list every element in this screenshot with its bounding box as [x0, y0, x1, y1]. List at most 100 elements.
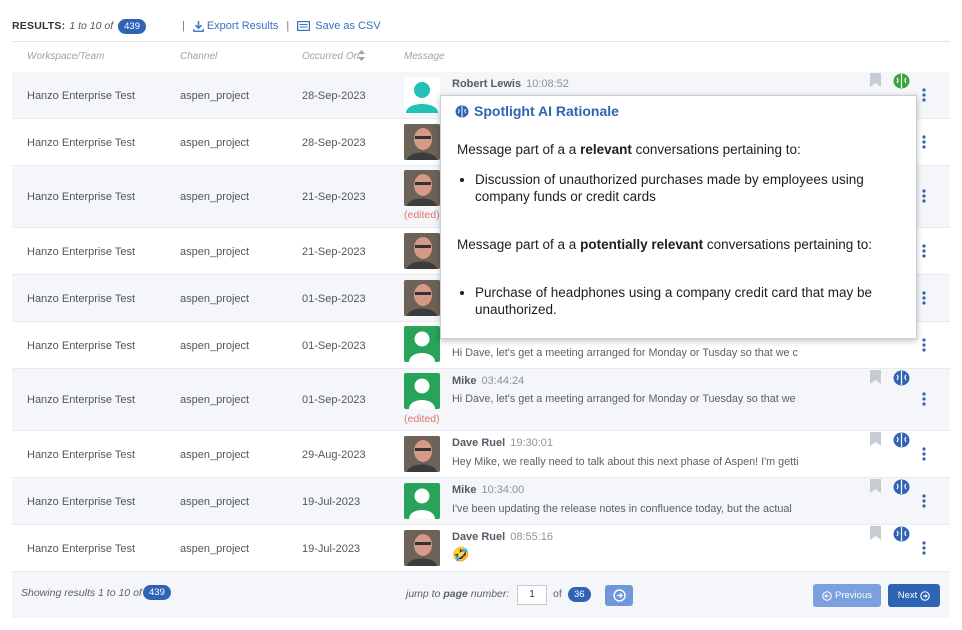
workspace-cell: Hanzo Enterprise Test	[27, 191, 136, 203]
bookmark-icon[interactable]	[870, 526, 881, 540]
channel-cell: aspen_project	[180, 90, 250, 102]
table-row[interactable]: Hanzo Enterprise Test aspen_project 01-S…	[12, 369, 950, 431]
more-options-icon[interactable]	[920, 189, 928, 203]
workspace-cell: Hanzo Enterprise Test	[27, 340, 136, 352]
jump-to-page-label: jump to page number:	[406, 588, 510, 600]
of-label: of	[553, 588, 562, 600]
message-time: 08:55:16	[510, 531, 554, 543]
more-options-icon[interactable]	[920, 541, 928, 555]
date-cell: 19-Jul-2023	[302, 496, 361, 508]
previous-button[interactable]: Previous	[813, 584, 881, 607]
message-time: 03:44:24	[481, 375, 525, 387]
channel-cell: aspen_project	[180, 394, 250, 406]
more-options-icon[interactable]	[920, 291, 928, 305]
results-label: RESULTS:	[12, 20, 66, 32]
results-range: 1 to 10 of	[69, 20, 114, 32]
brain-icon[interactable]	[893, 526, 910, 542]
message-text: I've been updating the release notes in …	[452, 503, 792, 515]
workspace-cell: Hanzo Enterprise Test	[27, 449, 136, 461]
message-time: 10:08:52	[526, 78, 569, 90]
more-options-icon[interactable]	[920, 447, 928, 461]
column-header-workspace[interactable]: Workspace/Team	[27, 51, 104, 62]
results-count-badge: 439	[118, 18, 146, 34]
message-text: Hi Dave, let's get a meeting arranged fo…	[452, 393, 796, 405]
channel-cell: aspen_project	[180, 496, 250, 508]
next-label: Next	[897, 590, 918, 601]
save-csv-link[interactable]: Save as CSV	[297, 20, 381, 32]
date-cell: 01-Sep-2023	[302, 394, 366, 406]
column-header-channel[interactable]: Channel	[180, 51, 217, 62]
export-results-link[interactable]: Export Results	[192, 20, 278, 32]
relevant-paragraph: Message part of a a relevant conversatio…	[457, 142, 801, 157]
avatar	[404, 124, 440, 160]
previous-label: Previous	[835, 590, 872, 601]
avatar	[404, 530, 440, 566]
edited-label: (edited)	[404, 413, 440, 425]
page-number-input[interactable]: 1	[517, 585, 547, 605]
go-to-page-button[interactable]	[605, 585, 633, 606]
potentially-relevant-list-item: Purchase of headphones using a company c…	[475, 284, 890, 318]
spotlight-rationale-popup: Spotlight AI Rationale Message part of a…	[440, 95, 917, 339]
workspace-cell: Hanzo Enterprise Test	[27, 496, 136, 508]
avatar	[404, 373, 440, 409]
results-toolbar: RESULTS: 1 to 10 of 439 | Export Results…	[12, 16, 950, 36]
channel-cell: aspen_project	[180, 246, 250, 258]
toolbar-separator: |	[181, 20, 185, 32]
bookmark-icon[interactable]	[870, 432, 881, 446]
date-cell: 01-Sep-2023	[302, 293, 366, 305]
channel-cell: aspen_project	[180, 137, 250, 149]
brain-icon	[455, 104, 469, 118]
message-text: Hi Dave, let's get a meeting arranged fo…	[452, 347, 798, 359]
more-options-icon[interactable]	[920, 88, 928, 102]
sort-icon[interactable]	[358, 50, 365, 64]
column-header-occurred-on[interactable]: Occurred On	[302, 51, 359, 62]
column-header-message[interactable]: Message	[404, 51, 445, 62]
brain-icon[interactable]	[893, 370, 910, 386]
bookmark-icon[interactable]	[870, 370, 881, 384]
more-options-icon[interactable]	[920, 244, 928, 258]
save-csv-label: Save as CSV	[315, 20, 381, 32]
next-button[interactable]: Next	[888, 584, 940, 607]
popup-title-text: Spotlight AI Rationale	[474, 103, 619, 119]
brain-icon[interactable]	[893, 73, 910, 89]
brain-icon[interactable]	[893, 432, 910, 448]
table-row[interactable]: Hanzo Enterprise Test aspen_project 29-A…	[12, 431, 950, 478]
relevant-list: Discussion of unauthorized purchases mad…	[475, 171, 890, 205]
table-row[interactable]: Hanzo Enterprise Test aspen_project 19-J…	[12, 525, 950, 572]
date-cell: 28-Sep-2023	[302, 90, 366, 102]
avatar	[404, 280, 440, 316]
message-author: Dave Ruel 19:30:01	[452, 437, 554, 449]
channel-cell: aspen_project	[180, 293, 250, 305]
toolbar-divider	[12, 41, 950, 42]
table-row[interactable]: Hanzo Enterprise Test aspen_project 19-J…	[12, 478, 950, 525]
workspace-cell: Hanzo Enterprise Test	[27, 246, 136, 258]
table-header: Workspace/Team Channel Occurred On Messa…	[12, 48, 950, 66]
bookmark-icon[interactable]	[870, 479, 881, 493]
date-cell: 21-Sep-2023	[302, 246, 366, 258]
avatar	[404, 436, 440, 472]
more-options-icon[interactable]	[920, 392, 928, 406]
potentially-relevant-list: Purchase of headphones using a company c…	[475, 284, 890, 318]
avatar	[404, 483, 440, 519]
more-options-icon[interactable]	[920, 338, 928, 352]
channel-cell: aspen_project	[180, 191, 250, 203]
avatar	[404, 170, 440, 206]
date-cell: 28-Sep-2023	[302, 137, 366, 149]
date-cell: 29-Aug-2023	[302, 449, 366, 461]
more-options-icon[interactable]	[920, 135, 928, 149]
pagination-footer: Showing results 1 to 10 of 439 jump to p…	[12, 572, 950, 618]
avatar	[404, 233, 440, 269]
message-author: Robert Lewis 10:08:52	[452, 78, 569, 90]
showing-results-text: Showing results 1 to 10 of	[21, 587, 142, 599]
arrow-right-circle-icon	[612, 589, 626, 602]
date-cell: 19-Jul-2023	[302, 543, 361, 555]
page-count-badge: 36	[568, 587, 591, 602]
bookmark-icon[interactable]	[870, 73, 881, 87]
date-cell: 01-Sep-2023	[302, 340, 366, 352]
avatar	[404, 326, 440, 362]
avatar	[404, 77, 440, 113]
footer-count-badge: 439	[143, 585, 171, 600]
more-options-icon[interactable]	[920, 494, 928, 508]
workspace-cell: Hanzo Enterprise Test	[27, 543, 136, 555]
brain-icon[interactable]	[893, 479, 910, 495]
